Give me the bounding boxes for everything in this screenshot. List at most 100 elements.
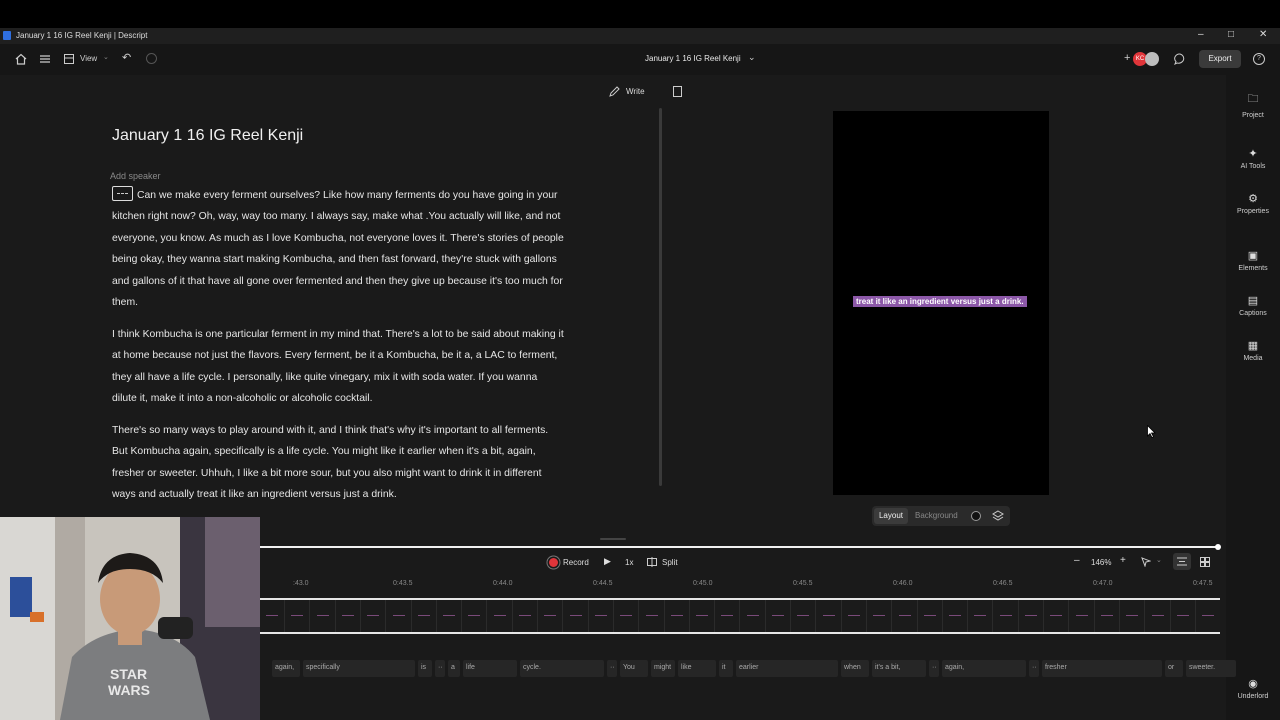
track-frame	[589, 600, 614, 632]
transcript-word[interactable]: ··	[929, 660, 939, 677]
project-title[interactable]: January 1 16 IG Reel Kenji	[645, 54, 741, 63]
play-icon[interactable]: ▶	[604, 556, 611, 567]
transcript-word[interactable]: You	[620, 660, 648, 677]
transcript-word[interactable]: ··	[435, 660, 445, 677]
ruler-tick-label: 0:47.5	[1193, 580, 1213, 587]
project-panel-button[interactable]: 🗀 Project	[1226, 90, 1280, 119]
paragraph-text[interactable]: Can we make every ferment ourselves? Lik…	[112, 190, 564, 308]
track-frame	[893, 600, 918, 632]
grid-view-icon[interactable]	[1200, 557, 1210, 567]
speaker-label-icon[interactable]	[112, 186, 133, 201]
export-button[interactable]: Export	[1199, 50, 1241, 68]
page-icon[interactable]	[673, 86, 683, 98]
menu-icon[interactable]	[40, 54, 50, 64]
elements-panel-button[interactable]: ▣ Elements	[1226, 249, 1280, 272]
playhead-scrub-track[interactable]	[260, 546, 1218, 548]
record-icon[interactable]	[549, 558, 558, 567]
transcript-word[interactable]: again,	[942, 660, 1026, 677]
help-icon[interactable]: ?	[1253, 53, 1265, 65]
transcript-word[interactable]: sweeter.	[1186, 660, 1236, 677]
webcam-overlay: STAR WARS	[0, 517, 260, 720]
script-editor[interactable]: Write January 1 16 IG Reel Kenji Add spe…	[0, 75, 682, 543]
ruler-tick-label: 0:46.0	[893, 580, 913, 587]
playback-speed-button[interactable]: 1x	[625, 558, 633, 567]
timeline-resize-handle[interactable]	[600, 538, 626, 540]
track-frame	[614, 600, 640, 632]
transcript-word[interactable]: like	[678, 660, 716, 677]
undo-icon[interactable]: ↶	[122, 51, 131, 64]
background-color-swatch[interactable]	[971, 511, 981, 521]
avatar-secondary[interactable]	[1145, 52, 1159, 66]
track-frame	[564, 600, 589, 632]
zoom-level[interactable]: 146%	[1091, 558, 1111, 567]
transcript-word[interactable]: again,	[272, 660, 300, 677]
transcript-word-track[interactable]: again, specifically is ·· a life cycle. ·· You mi…	[260, 660, 1236, 678]
track-frame	[285, 600, 311, 632]
media-panel-button[interactable]: ▦ Media	[1226, 339, 1280, 362]
track-frame	[538, 600, 564, 632]
transcript-word[interactable]: or	[1165, 660, 1183, 677]
minimize-icon[interactable]: –	[1198, 29, 1204, 40]
document-title[interactable]: January 1 16 IG Reel Kenji	[112, 127, 303, 145]
transcript-word[interactable]: a	[448, 660, 460, 677]
window-title: January 1 16 IG Reel Kenji | Descript	[16, 31, 148, 40]
track-frame	[412, 600, 437, 632]
view-menu-button[interactable]: View	[80, 54, 97, 63]
underlord-button[interactable]: ◉ Underlord	[1226, 677, 1280, 700]
add-collaborator-icon[interactable]: +	[1124, 52, 1130, 64]
track-frame	[791, 600, 817, 632]
transcript-paragraph[interactable]: I think Kombucha is one particular ferme…	[112, 324, 564, 410]
home-icon[interactable]	[15, 53, 27, 65]
captions-panel-button[interactable]: ▤ Captions	[1226, 294, 1280, 317]
transcript-word[interactable]: cycle.	[520, 660, 604, 677]
caption-overlay[interactable]: treat it like an ingredient versus just …	[853, 296, 1027, 307]
write-mode-button[interactable]: Write	[626, 87, 645, 96]
video-track[interactable]	[260, 598, 1220, 634]
ai-tools-panel-button[interactable]: ✦ AI Tools	[1226, 147, 1280, 170]
transcript-word[interactable]: might	[651, 660, 675, 677]
transcript-word[interactable]: it's a bit,	[872, 660, 926, 677]
record-button[interactable]: Record	[563, 558, 589, 567]
transcript-word[interactable]: fresher	[1042, 660, 1162, 677]
close-icon[interactable]: ✕	[1259, 29, 1267, 40]
track-frame	[361, 600, 387, 632]
panel-resize-handle[interactable]	[659, 108, 662, 486]
timeline-view-toggle-active[interactable]	[1173, 553, 1191, 570]
zoom-out-icon[interactable]: –	[1074, 555, 1080, 566]
lines-view-icon	[1177, 557, 1187, 566]
transcript-word[interactable]: when	[841, 660, 869, 677]
svg-text:WARS: WARS	[108, 682, 150, 698]
properties-panel-button[interactable]: ⚙ Properties	[1226, 192, 1280, 215]
split-button[interactable]: Split	[662, 558, 678, 567]
split-icon	[647, 557, 657, 567]
maximize-icon[interactable]: □	[1228, 29, 1234, 40]
transcript-word[interactable]: specifically	[303, 660, 415, 677]
media-icon: ▦	[1247, 340, 1259, 352]
transcript-word[interactable]: earlier	[736, 660, 838, 677]
ruler-tick-label: :43.0	[293, 580, 309, 587]
ruler-tick-label: 0:45.5	[793, 580, 813, 587]
add-speaker-button[interactable]: Add speaker	[110, 171, 161, 181]
transcript-word[interactable]: ··	[1029, 660, 1039, 677]
project-chevron-icon[interactable]: ⌄	[748, 52, 756, 63]
comment-icon[interactable]	[1174, 53, 1186, 65]
track-frame	[336, 600, 361, 632]
track-frame	[387, 600, 412, 632]
track-frame	[1171, 600, 1196, 632]
tool-chevron-icon[interactable]: ⌄	[1156, 556, 1162, 564]
background-tab[interactable]: Background	[915, 511, 958, 520]
track-frame	[741, 600, 766, 632]
timeline-ruler[interactable]: :43.0 0:43.5 0:44.0 0:44.5 0:45.0 0:45.5 0:46.…	[260, 578, 1226, 592]
layout-tab[interactable]: Layout	[874, 508, 908, 524]
cursor-tool-icon[interactable]	[1141, 557, 1151, 567]
transcript-word[interactable]: is	[418, 660, 432, 677]
transcript-word[interactable]: it	[719, 660, 733, 677]
transcript-word[interactable]: life	[463, 660, 517, 677]
track-frame	[766, 600, 791, 632]
track-frame	[943, 600, 969, 632]
zoom-in-icon[interactable]: +	[1120, 555, 1126, 566]
transcript-paragraph[interactable]: There's so many ways to play around with…	[112, 420, 564, 506]
transcript-paragraph[interactable]: Can we make every ferment ourselves? Lik…	[112, 185, 564, 313]
layers-icon[interactable]	[992, 510, 1004, 522]
transcript-word[interactable]: ··	[607, 660, 617, 677]
